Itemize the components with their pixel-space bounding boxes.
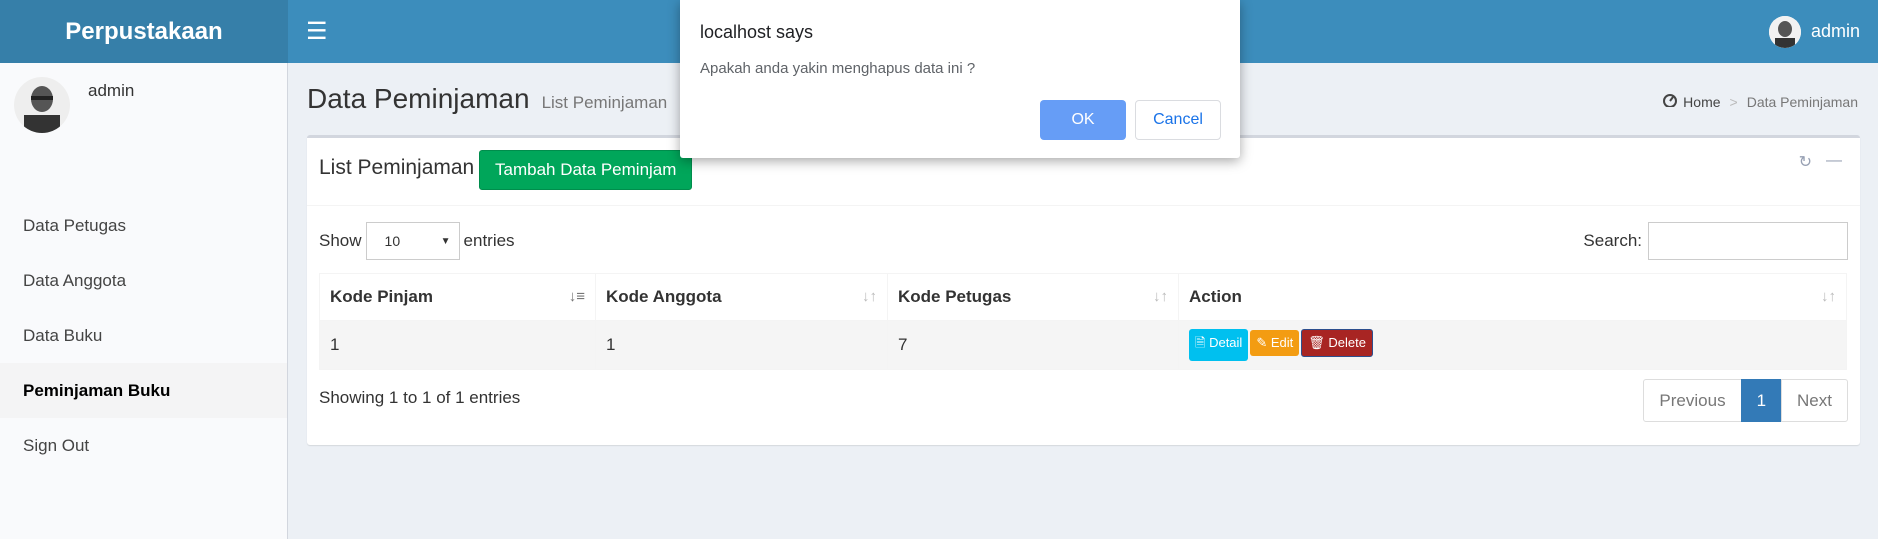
user-menu[interactable]: admin [1768, 0, 1860, 63]
breadcrumb-home[interactable]: Home [1683, 94, 1720, 110]
page-title: Data Peminjaman [307, 83, 530, 114]
minus-icon[interactable]: — [1826, 152, 1842, 172]
user-panel: admin [0, 63, 287, 153]
column-kode-petugas[interactable]: Kode Petugas ↓↑ [887, 273, 1179, 321]
sidebar-item-sign-out[interactable]: Sign Out [0, 418, 287, 473]
delete-button[interactable]: 🗑 Delete [1301, 329, 1373, 357]
sort-icon: ↓↑ [862, 288, 877, 305]
dialog-message: Apakah anda yakin menghapus data ini ? [700, 60, 976, 77]
datatable-info: Showing 1 to 1 of 1 entries [319, 388, 521, 407]
next-button[interactable]: Next [1781, 379, 1848, 422]
sidebar-item-data-buku[interactable]: Data Buku [0, 308, 287, 363]
sort-icon: ↓↑ [1821, 288, 1836, 305]
search-input[interactable] [1648, 222, 1848, 260]
search-label: Search: [1583, 231, 1642, 250]
hamburger-icon[interactable]: ☰ [306, 17, 336, 46]
sidebar-user-name: admin [88, 81, 135, 100]
sidebar-item-peminjaman-buku[interactable]: Peminjaman Buku [0, 363, 287, 418]
entries-label: entries [463, 231, 515, 250]
table-row: 1 1 7 🗎 Detail ✎ Edit 🗑 Delete [319, 320, 1847, 370]
refresh-icon[interactable]: ↻ [1799, 152, 1812, 172]
brand-logo[interactable]: Perpustakaan [0, 0, 288, 63]
avatar [1768, 15, 1801, 48]
sidebar-item-data-anggota[interactable]: Data Anggota [0, 253, 287, 308]
show-label: Show [319, 231, 362, 250]
dashboard-icon [1663, 93, 1678, 110]
dialog-title: localhost says [700, 22, 814, 42]
box-tools: ↻ — [1799, 152, 1842, 172]
list-box: List Peminjaman Tambah Data Peminjam ↻ —… [307, 135, 1860, 445]
detail-button[interactable]: 🗎 Detail [1189, 329, 1249, 361]
previous-button[interactable]: Previous [1643, 379, 1742, 422]
page-subtitle: List Peminjaman [541, 93, 668, 112]
box-title: List Peminjaman [319, 156, 475, 179]
trash-icon: 🗑 [1308, 335, 1325, 350]
sidebar-menu: Data Petugas Data Anggota Data Buku Pemi… [0, 198, 287, 473]
cancel-button[interactable]: Cancel [1135, 100, 1221, 140]
breadcrumb: Home > Data Peminjaman [1663, 93, 1858, 110]
add-peminjam-button[interactable]: Tambah Data Peminjam [479, 150, 693, 190]
column-label: Kode Petugas [898, 287, 1012, 306]
sort-asc-icon: ↓≡ [568, 288, 585, 305]
entries-value: 10 [384, 233, 401, 249]
table-header-row: Kode Pinjam ↓≡ Kode Anggota ↓↑ Kode Petu… [319, 273, 1847, 321]
cell-kode-petugas: 7 [887, 320, 1179, 370]
search-filter: Search: [1583, 222, 1848, 260]
breadcrumb-separator: > [1729, 93, 1738, 110]
edit-label: Edit [1270, 335, 1294, 350]
confirm-dialog: localhost says Apakah anda yakin menghap… [680, 0, 1240, 158]
page-header: Data Peminjaman List Peminjaman [307, 83, 667, 115]
entries-length: Show 10 ▼ entries [319, 222, 515, 260]
detail-label: Detail [1209, 335, 1243, 350]
edit-button[interactable]: ✎ Edit [1250, 330, 1300, 356]
peminjaman-table: Kode Pinjam ↓≡ Kode Anggota ↓↑ Kode Petu… [319, 273, 1847, 370]
cell-kode-pinjam: 1 [319, 320, 596, 370]
column-action[interactable]: Action ↓↑ [1178, 273, 1847, 321]
cell-kode-anggota: 1 [595, 320, 888, 370]
ok-button[interactable]: OK [1040, 100, 1126, 140]
user-name: admin [1810, 21, 1860, 41]
datatable-controls: Show 10 ▼ entries Search: [319, 222, 1848, 262]
column-kode-pinjam[interactable]: Kode Pinjam ↓≡ [319, 273, 596, 321]
column-label: Kode Anggota [606, 287, 722, 306]
sort-icon: ↓↑ [1153, 288, 1168, 305]
column-label: Kode Pinjam [330, 287, 433, 306]
page-1-button[interactable]: 1 [1740, 379, 1783, 422]
sidebar: admin Data Petugas Data Anggota Data Buk… [0, 63, 288, 539]
pagination: Previous 1 Next [1643, 379, 1848, 422]
pencil-icon: ✎ [1256, 335, 1268, 350]
breadcrumb-current: Data Peminjaman [1746, 93, 1858, 110]
sidebar-item-data-petugas[interactable]: Data Petugas [0, 198, 287, 253]
file-icon: 🗎 [1195, 335, 1206, 350]
chevron-down-icon: ▼ [440, 235, 451, 247]
column-label: Action [1189, 287, 1242, 306]
column-kode-anggota[interactable]: Kode Anggota ↓↑ [595, 273, 888, 321]
entries-select[interactable]: 10 ▼ [365, 222, 460, 260]
delete-label: Delete [1328, 335, 1366, 350]
cell-action: 🗎 Detail ✎ Edit 🗑 Delete [1178, 320, 1847, 370]
avatar [14, 77, 70, 133]
